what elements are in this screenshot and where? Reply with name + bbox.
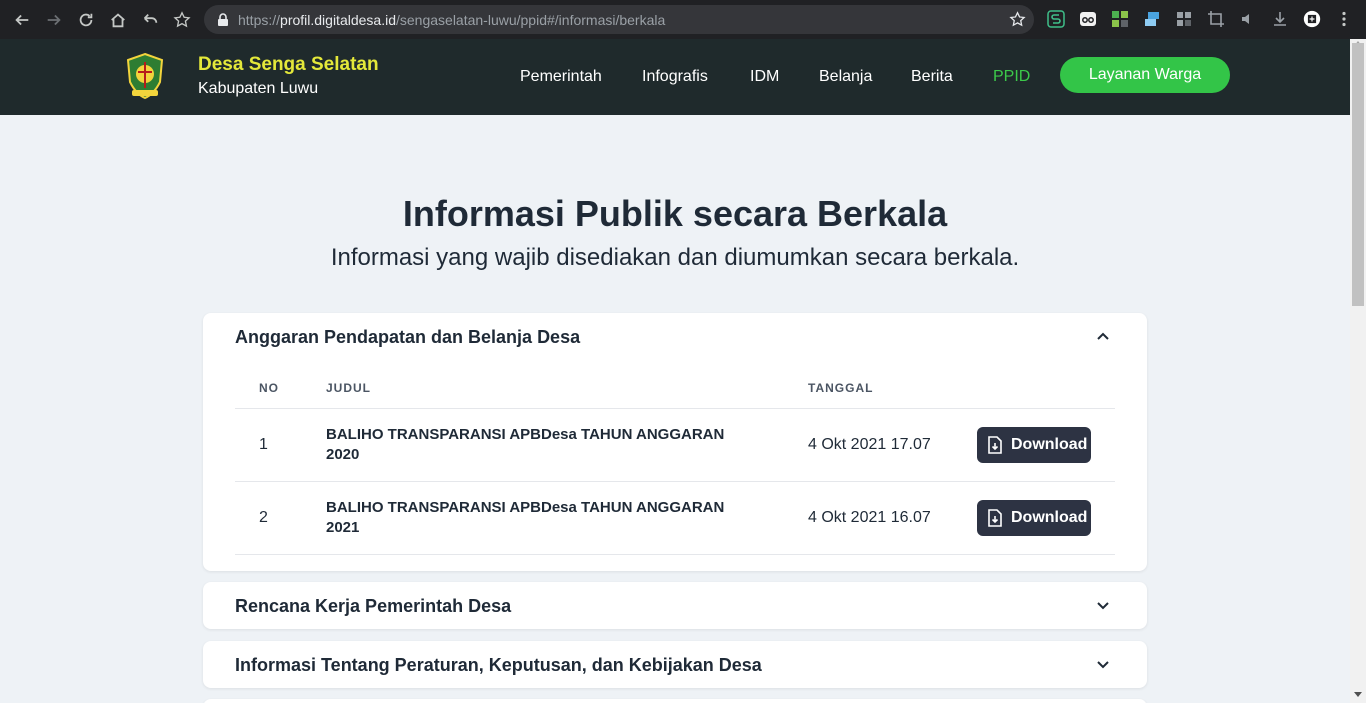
row-number: 1 bbox=[259, 436, 268, 453]
download-icon[interactable] bbox=[1269, 8, 1291, 30]
profile-avatar-icon[interactable] bbox=[1301, 8, 1323, 30]
extension-s-icon[interactable] bbox=[1045, 8, 1067, 30]
download-button[interactable]: Download bbox=[977, 500, 1091, 536]
star-icon[interactable] bbox=[1009, 11, 1026, 28]
lock-icon bbox=[218, 12, 228, 26]
crop-icon[interactable] bbox=[1205, 8, 1227, 30]
table-divider bbox=[235, 408, 1115, 409]
extension-green-grid-icon[interactable] bbox=[1109, 8, 1131, 30]
chevron-up-icon[interactable] bbox=[1096, 329, 1110, 343]
row-date: 4 Okt 2021 17.07 bbox=[808, 436, 931, 453]
url-host: profil.digitaldesa.id bbox=[280, 11, 396, 28]
nav-pemerintah[interactable]: Pemerintah bbox=[520, 68, 602, 86]
column-header-judul: JUDUL bbox=[326, 381, 372, 395]
nav-berita[interactable]: Berita bbox=[911, 68, 953, 86]
nav-belanja[interactable]: Belanja bbox=[819, 68, 872, 86]
chevron-down-icon[interactable] bbox=[1096, 658, 1110, 672]
back-icon[interactable] bbox=[6, 4, 38, 36]
row-number: 2 bbox=[259, 509, 268, 526]
file-download-icon bbox=[988, 509, 1002, 527]
file-download-icon bbox=[988, 436, 1002, 454]
extension-glasses-icon[interactable] bbox=[1077, 8, 1099, 30]
row-title: BALIHO TRANSPARANSI APBDesa TAHUN ANGGAR… bbox=[326, 426, 725, 463]
accordion-header-apbdes[interactable]: Anggaran Pendapatan dan Belanja Desa bbox=[235, 327, 580, 348]
forward-icon[interactable] bbox=[38, 4, 70, 36]
url-path: /sengaselatan-luwu/ppid#/informasi/berka… bbox=[396, 11, 666, 28]
bookmark-star-icon[interactable] bbox=[166, 4, 198, 36]
brand-title[interactable]: Desa Senga Selatan bbox=[198, 54, 379, 76]
site-header: Desa Senga Selatan Kabupaten Luwu Pemeri… bbox=[0, 39, 1350, 115]
url-scheme: https:// bbox=[238, 11, 281, 28]
chevron-down-icon[interactable] bbox=[1096, 599, 1110, 613]
scroll-thumb[interactable] bbox=[1352, 43, 1364, 306]
nav-infografis[interactable]: Infografis bbox=[642, 68, 708, 86]
table-divider bbox=[235, 481, 1115, 482]
column-header-tanggal: TANGGAL bbox=[808, 381, 874, 395]
accordion-rkp-desa[interactable]: Rencana Kerja Pemerintah Desa bbox=[203, 582, 1147, 629]
column-header-no: NO bbox=[259, 381, 279, 395]
home-icon[interactable] bbox=[102, 4, 134, 36]
brand-subtitle: Kabupaten Luwu bbox=[198, 80, 319, 97]
nav-idm[interactable]: IDM bbox=[750, 68, 779, 86]
accordion-next[interactable] bbox=[203, 699, 1147, 703]
page-subtitle: Informasi yang wajib disediakan dan dium… bbox=[330, 244, 1020, 271]
reload-icon[interactable] bbox=[70, 4, 102, 36]
row-title: BALIHO TRANSPARANSI APBDesa TAHUN ANGGAR… bbox=[326, 499, 725, 536]
download-button-label: Download bbox=[1011, 436, 1088, 453]
download-button-label: Download bbox=[1011, 509, 1088, 526]
speaker-icon[interactable] bbox=[1237, 8, 1259, 30]
extension-tiles-icon[interactable] bbox=[1173, 8, 1195, 30]
extension-blue-icon[interactable] bbox=[1141, 8, 1163, 30]
browser-toolbar: https://profil.digitaldesa.id/sengaselat… bbox=[0, 0, 1366, 39]
scroll-down-icon[interactable] bbox=[1354, 692, 1362, 697]
accordion-header-peraturan-desa[interactable]: Informasi Tentang Peraturan, Keputusan, … bbox=[235, 655, 762, 676]
row-date: 4 Okt 2021 16.07 bbox=[808, 509, 931, 526]
page-title: Informasi Publik secara Berkala bbox=[402, 193, 948, 234]
accordion-header-rkp-desa[interactable]: Rencana Kerja Pemerintah Desa bbox=[235, 596, 511, 617]
nav-ppid[interactable]: PPID bbox=[993, 68, 1030, 86]
browser-menu-icon[interactable] bbox=[1333, 8, 1355, 30]
village-logo-icon[interactable] bbox=[124, 52, 166, 100]
undo-icon[interactable] bbox=[134, 4, 166, 36]
table-divider bbox=[235, 554, 1115, 555]
accordion-apbdes: Anggaran Pendapatan dan Belanja Desa NO … bbox=[203, 313, 1147, 571]
accordion-peraturan-desa[interactable]: Informasi Tentang Peraturan, Keputusan, … bbox=[203, 641, 1147, 688]
layanan-warga-button[interactable]: Layanan Warga bbox=[1060, 57, 1230, 93]
address-bar[interactable]: https://profil.digitaldesa.id/sengaselat… bbox=[204, 5, 1034, 34]
download-button[interactable]: Download bbox=[977, 427, 1091, 463]
